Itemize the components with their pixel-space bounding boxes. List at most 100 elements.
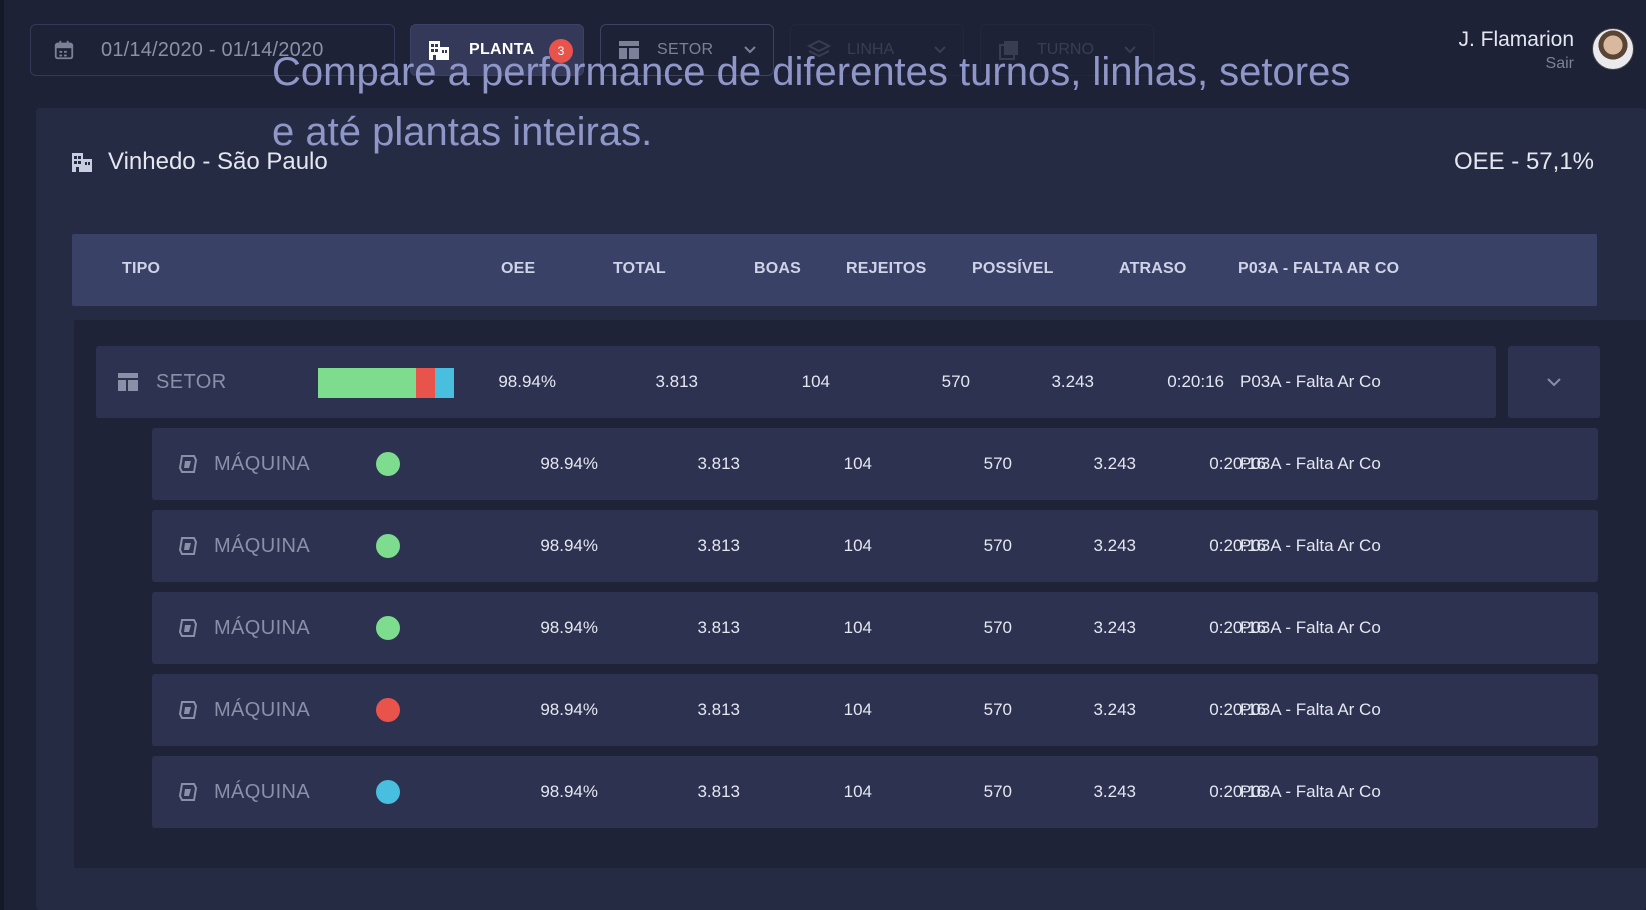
cell-atraso: 0:20:16 xyxy=(1167,372,1224,391)
cell-motivo: P03A - Falta Ar Co xyxy=(1240,372,1381,391)
header-tipo[interactable]: TIPO xyxy=(122,260,160,278)
cell-total: 3.813 xyxy=(697,618,740,637)
shift-icon xyxy=(999,41,1018,60)
cell-motivo: P03A - Falta Ar Co xyxy=(1240,454,1381,473)
cell-rejeitos: 570 xyxy=(941,372,970,391)
cell-total: 3.813 xyxy=(697,536,740,555)
header-rejeitos[interactable]: REJEITOS xyxy=(846,260,926,278)
cell-boas: 104 xyxy=(843,782,872,801)
cell-boas: 104 xyxy=(843,536,872,555)
date-range-picker[interactable]: 01/14/2020 - 01/14/2020 xyxy=(30,24,395,76)
chevron-down-icon xyxy=(1124,46,1136,54)
main-panel: Vinhedo - São Paulo OEE - 57,1% TIPO OEE… xyxy=(36,108,1646,910)
header-possivel[interactable]: POSSÍVEL xyxy=(972,260,1054,278)
plant-name: Vinhedo - São Paulo xyxy=(108,148,328,175)
plant-header: Vinhedo - São Paulo xyxy=(70,148,328,176)
sector-grid-icon xyxy=(118,373,138,391)
cell-possivel: 3.243 xyxy=(1051,372,1094,391)
machine-icon xyxy=(178,455,198,473)
cell-rejeitos: 570 xyxy=(983,536,1012,555)
row-type-label: MÁQUINA xyxy=(214,453,311,475)
cell-rejeitos: 570 xyxy=(983,454,1012,473)
cell-possivel: 3.243 xyxy=(1093,700,1136,719)
cell-boas: 104 xyxy=(843,454,872,473)
planta-count-badge: 3 xyxy=(549,39,573,63)
cell-boas: 104 xyxy=(801,372,830,391)
oee-bar-segment xyxy=(415,368,435,398)
cell-possivel: 3.243 xyxy=(1093,536,1136,555)
machine-icon xyxy=(178,783,198,801)
machine-row[interactable]: MÁQUINA 98.94% 3.813 104 570 3.243 0:20:… xyxy=(152,674,1598,746)
cell-total: 3.813 xyxy=(655,372,698,391)
user-avatar[interactable] xyxy=(1592,28,1634,70)
cell-possivel: 3.243 xyxy=(1093,454,1136,473)
setor-filter-dropdown[interactable]: SETOR xyxy=(600,24,774,76)
cell-oee: 98.94% xyxy=(540,618,598,637)
header-motivo[interactable]: P03A - FALTA AR CO xyxy=(1238,260,1399,278)
linha-label: LINHA xyxy=(847,41,895,58)
user-name: J. Flamarion xyxy=(1458,28,1574,51)
cell-boas: 104 xyxy=(843,700,872,719)
oee-bar-segment xyxy=(318,368,416,398)
machine-icon xyxy=(178,701,198,719)
cell-motivo: P03A - Falta Ar Co xyxy=(1240,618,1381,637)
row-type-label: MÁQUINA xyxy=(214,617,311,639)
machine-icon xyxy=(178,619,198,637)
status-dot xyxy=(376,616,400,640)
header-oee[interactable]: OEE xyxy=(501,260,535,278)
calendar-icon xyxy=(54,40,74,60)
status-dot xyxy=(376,698,400,722)
turno-filter-dropdown[interactable]: TURNO xyxy=(980,24,1154,76)
cell-oee: 98.94% xyxy=(540,454,598,473)
cell-rejeitos: 570 xyxy=(983,782,1012,801)
oee-bar-segment xyxy=(434,368,454,398)
machine-row[interactable]: MÁQUINA 98.94% 3.813 104 570 3.243 0:20:… xyxy=(152,510,1598,582)
cell-motivo: P03A - Falta Ar Co xyxy=(1240,782,1381,801)
building-icon xyxy=(429,41,449,60)
cell-total: 3.813 xyxy=(697,454,740,473)
status-dot xyxy=(376,534,400,558)
turno-label: TURNO xyxy=(1037,41,1094,58)
table-body: SETOR 98.94% 3.813 104 570 3.243 0:20:16… xyxy=(74,320,1646,868)
cell-rejeitos: 570 xyxy=(983,700,1012,719)
chevron-down-icon xyxy=(744,46,756,54)
cell-motivo: P03A - Falta Ar Co xyxy=(1240,700,1381,719)
plant-oee-total: OEE - 57,1% xyxy=(1453,148,1594,175)
header-boas[interactable]: BOAS xyxy=(754,260,801,278)
cell-total: 3.813 xyxy=(697,782,740,801)
logout-link[interactable]: Sair xyxy=(1546,55,1574,73)
machine-icon xyxy=(178,537,198,555)
chevron-down-icon xyxy=(934,46,946,54)
cell-motivo: P03A - Falta Ar Co xyxy=(1240,536,1381,555)
chevron-down-icon xyxy=(1547,378,1561,387)
header-total[interactable]: TOTAL xyxy=(613,260,666,278)
layers-icon xyxy=(807,39,831,58)
table-header: TIPO OEE TOTAL BOAS REJEITOS POSSÍVEL AT… xyxy=(72,234,1597,306)
left-strip xyxy=(0,0,4,910)
cell-oee: 98.94% xyxy=(498,372,556,391)
setor-row[interactable]: SETOR 98.94% 3.813 104 570 3.243 0:20:16… xyxy=(96,346,1496,418)
machine-row[interactable]: MÁQUINA 98.94% 3.813 104 570 3.243 0:20:… xyxy=(152,592,1598,664)
date-range-text: 01/14/2020 - 01/14/2020 xyxy=(101,38,324,61)
row-type-label: MÁQUINA xyxy=(214,699,311,721)
cell-oee: 98.94% xyxy=(540,536,598,555)
sector-grid-icon xyxy=(619,41,639,59)
cell-possivel: 3.243 xyxy=(1093,618,1136,637)
header-atraso[interactable]: ATRASO xyxy=(1119,260,1187,278)
status-dot xyxy=(376,780,400,804)
machine-row[interactable]: MÁQUINA 98.94% 3.813 104 570 3.243 0:20:… xyxy=(152,428,1598,500)
setor-label: SETOR xyxy=(657,41,714,58)
row-type-label: MÁQUINA xyxy=(214,781,311,803)
cell-boas: 104 xyxy=(843,618,872,637)
row-type-label: MÁQUINA xyxy=(214,535,311,557)
status-dot xyxy=(376,452,400,476)
planta-label: PLANTA xyxy=(469,41,535,58)
planta-filter-button[interactable]: PLANTA 3 xyxy=(410,24,584,76)
cell-total: 3.813 xyxy=(697,700,740,719)
cell-possivel: 3.243 xyxy=(1093,782,1136,801)
cell-rejeitos: 570 xyxy=(983,618,1012,637)
machine-row[interactable]: MÁQUINA 98.94% 3.813 104 570 3.243 0:20:… xyxy=(152,756,1598,828)
expand-row-button[interactable] xyxy=(1508,346,1600,418)
cell-oee: 98.94% xyxy=(540,700,598,719)
linha-filter-dropdown[interactable]: LINHA xyxy=(790,24,964,76)
